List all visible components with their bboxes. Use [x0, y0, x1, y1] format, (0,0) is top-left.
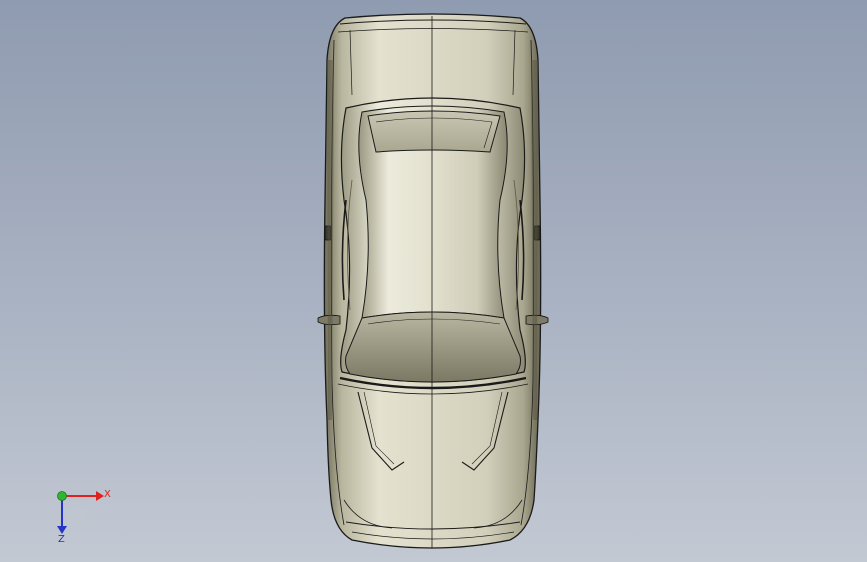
car-model-top-view[interactable] — [0, 0, 867, 562]
rear-window — [367, 110, 501, 153]
z-axis-arrow — [57, 526, 67, 534]
z-axis-label: Z — [58, 534, 65, 545]
orientation-triad: X Z — [57, 489, 111, 545]
x-axis-arrow — [96, 491, 104, 501]
x-axis-label: X — [104, 489, 111, 500]
y-axis-dot — [57, 491, 67, 501]
windshield — [345, 311, 521, 383]
graphics-viewport[interactable]: X Z — [0, 0, 867, 562]
